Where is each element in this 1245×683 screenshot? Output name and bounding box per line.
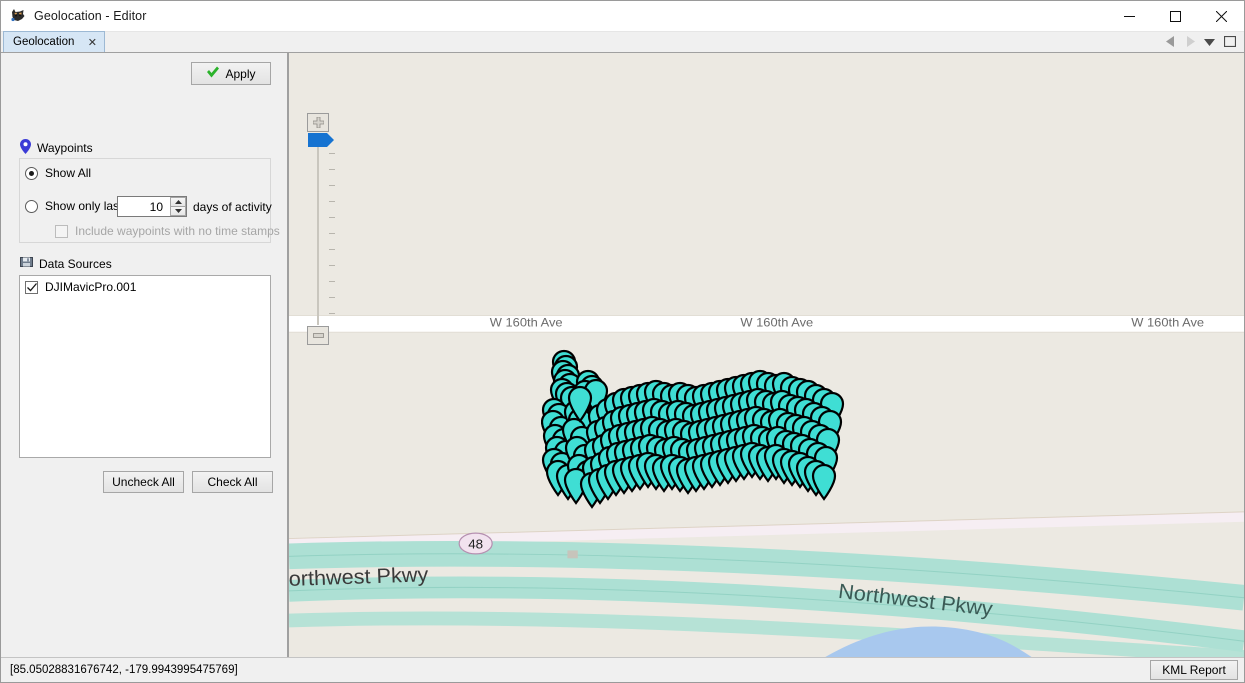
- street-label: W 160th Ave: [740, 316, 813, 330]
- data-sources-header-label: Data Sources: [39, 257, 112, 271]
- data-sources-section-header: Data Sources: [20, 256, 112, 271]
- tab-label: Geolocation: [13, 36, 74, 48]
- zoom-out-button[interactable]: [307, 326, 329, 345]
- wolf-icon: [10, 8, 26, 24]
- map-pin-icon: [20, 139, 31, 157]
- close-button[interactable]: [1198, 1, 1244, 32]
- drive-icon: [20, 256, 33, 271]
- days-spinner-buttons[interactable]: [170, 197, 186, 216]
- spinner-up-icon[interactable]: [170, 197, 186, 207]
- scroll-right-icon[interactable]: [1185, 36, 1195, 47]
- radio-show-all[interactable]: Show All: [25, 166, 91, 180]
- waypoint-cluster[interactable]: [541, 349, 851, 539]
- days-input[interactable]: [118, 198, 166, 215]
- highway-label: orthwest Pkwy: [289, 564, 429, 591]
- chevron-down-icon[interactable]: [1204, 38, 1215, 46]
- geolocation-filter-panel: Apply Waypoints Show All Show only last: [1, 53, 288, 657]
- show-all-radio-indicator[interactable]: [25, 167, 38, 180]
- status-bar: [85.05028831676742, -179.9943995475769] …: [1, 657, 1244, 682]
- coordinates-readout: [85.05028831676742, -179.9943995475769]: [10, 664, 238, 676]
- street-label: W 160th Ave: [490, 316, 563, 330]
- waypoints-section-header: Waypoints: [20, 139, 93, 157]
- maximize-editor-icon[interactable]: [1224, 36, 1236, 47]
- list-item[interactable]: DJIMavicPro.001: [20, 276, 270, 294]
- window-controls: [1106, 1, 1244, 32]
- list-action-buttons: Uncheck All Check All: [103, 471, 273, 493]
- waypoints-header-label: Waypoints: [37, 141, 93, 155]
- include-no-timestamps-checkbox[interactable]: [55, 225, 68, 238]
- kml-report-button[interactable]: KML Report: [1150, 660, 1238, 680]
- uncheck-all-button[interactable]: Uncheck All: [103, 471, 184, 493]
- data-source-checkbox[interactable]: [25, 281, 38, 294]
- street-label: W 160th Ave: [1131, 316, 1204, 330]
- show-only-last-radio-indicator[interactable]: [25, 200, 38, 213]
- maximize-button[interactable]: [1152, 1, 1198, 32]
- show-all-label: Show All: [45, 166, 91, 180]
- map-view[interactable]: W 160th Ave W 160th Ave W 160th Ave orth…: [288, 53, 1244, 657]
- show-only-last-label: Show only last: [45, 199, 122, 213]
- check-all-button[interactable]: Check All: [192, 471, 273, 493]
- route-shield: 48: [459, 533, 492, 554]
- scroll-left-icon[interactable]: [1166, 36, 1176, 47]
- data-sources-list[interactable]: DJIMavicPro.001: [19, 275, 271, 458]
- apply-button-label: Apply: [225, 67, 255, 81]
- tab-geolocation[interactable]: Geolocation ✕: [3, 31, 105, 52]
- editor-window: Geolocation - Editor Geolocation ✕: [0, 0, 1245, 683]
- days-of-activity-label: days of activity: [193, 200, 272, 214]
- zoom-slider-handle[interactable]: [308, 133, 327, 147]
- window-title: Geolocation - Editor: [34, 9, 146, 23]
- green-check-icon: [206, 66, 220, 81]
- map-zoom-control[interactable]: [307, 113, 329, 132]
- editor-body: Apply Waypoints Show All Show only last: [1, 53, 1244, 657]
- tab-close-icon[interactable]: ✕: [86, 36, 98, 49]
- include-no-timestamps-row[interactable]: Include waypoints with no time stamps: [55, 224, 280, 238]
- apply-button[interactable]: Apply: [191, 62, 271, 85]
- svg-text:48: 48: [468, 537, 483, 552]
- radio-show-only-last[interactable]: Show only last: [25, 199, 122, 213]
- tab-navigation: [1166, 31, 1244, 52]
- tab-strip: Geolocation ✕: [1, 32, 1244, 53]
- spinner-down-icon[interactable]: [170, 207, 186, 216]
- include-no-timestamps-label: Include waypoints with no time stamps: [75, 224, 280, 238]
- data-source-label: DJIMavicPro.001: [45, 280, 136, 294]
- title-bar: Geolocation - Editor: [1, 1, 1244, 32]
- zoom-in-button[interactable]: [307, 113, 329, 132]
- days-spinner[interactable]: [117, 196, 187, 217]
- zoom-slider-track[interactable]: [317, 135, 319, 325]
- zoom-slider-ticks: [329, 153, 335, 329]
- minimize-button[interactable]: [1106, 1, 1152, 32]
